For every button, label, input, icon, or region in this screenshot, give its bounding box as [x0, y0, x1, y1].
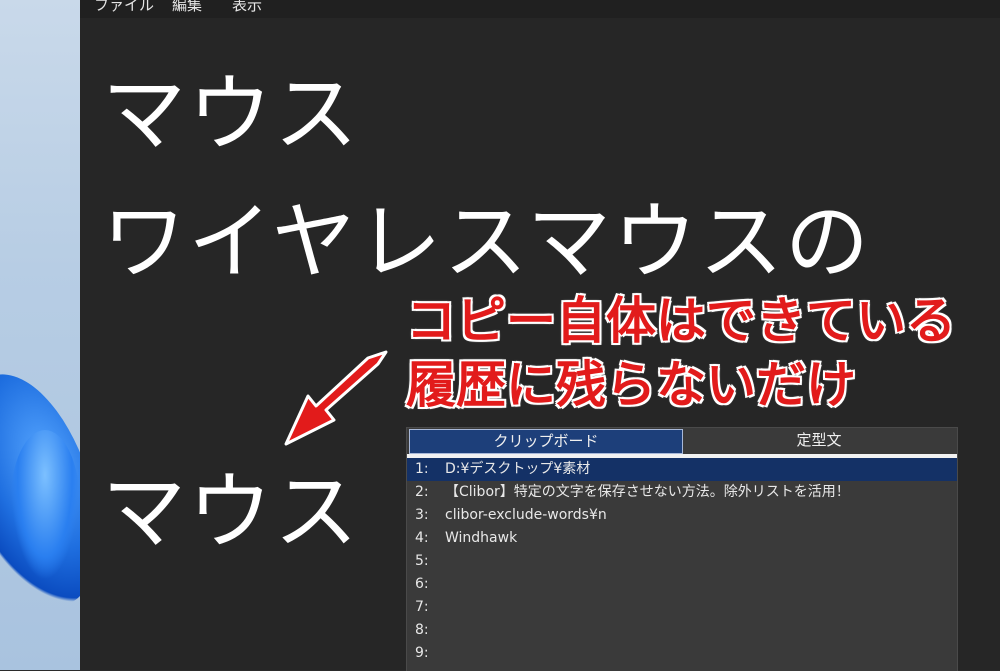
list-item[interactable]: 2: 【Clibor】特定の文字を保存させない方法。除外リストを活用！	[407, 481, 957, 504]
menu-view[interactable]: 表示	[232, 0, 262, 15]
desktop-wallpaper	[0, 0, 82, 670]
menu-edit[interactable]: 編集	[172, 0, 202, 15]
item-number: 9:	[415, 645, 429, 661]
list-item[interactable]: 3: clibor-exclude-words¥n	[407, 504, 957, 527]
list-item[interactable]: 5:	[407, 550, 957, 573]
list-item[interactable]: 6:	[407, 573, 957, 596]
item-number: 2:	[415, 484, 429, 500]
item-number: 6:	[415, 576, 429, 592]
item-number: 5:	[415, 553, 429, 569]
clipboard-history-popup: クリップボード 定型文 1: D:¥デスクトップ¥素材 2: 【Clibor】特定の…	[406, 427, 958, 671]
item-text: Windhawk	[445, 530, 518, 546]
list-item[interactable]: 1: D:¥デスクトップ¥素材	[407, 458, 957, 481]
list-item[interactable]: 9:	[407, 642, 957, 665]
list-item[interactable]: 7:	[407, 596, 957, 619]
tab-fixed-phrases[interactable]: 定型文	[683, 429, 955, 452]
menu-bar: ファイル 編集 表示	[80, 0, 1000, 18]
item-text: clibor-exclude-words¥n	[445, 507, 607, 523]
item-number: 4:	[415, 530, 429, 546]
item-number: 3:	[415, 507, 429, 523]
wallpaper-bloom-highlight	[10, 430, 80, 580]
list-item[interactable]: 8:	[407, 619, 957, 642]
editor-line-3[interactable]: マウス	[102, 470, 360, 554]
clipboard-tabs: クリップボード 定型文	[407, 428, 957, 454]
item-number: 1:	[415, 461, 429, 477]
annotation-line-1: コピー自体はできている	[405, 292, 957, 350]
red-arrow-icon	[284, 350, 388, 446]
item-number: 8:	[415, 622, 429, 638]
editor-line-1[interactable]: マウス	[102, 72, 360, 156]
annotation-line-2: 履歴に残らないだけ	[405, 356, 857, 414]
item-text: 【Clibor】特定の文字を保存させない方法。除外リストを活用！	[445, 484, 850, 500]
clipboard-list: 1: D:¥デスクトップ¥素材 2: 【Clibor】特定の文字を保存させない方法。…	[407, 458, 957, 665]
item-text: D:¥デスクトップ¥素材	[445, 461, 591, 477]
list-item[interactable]: 4: Windhawk	[407, 527, 957, 550]
menu-file[interactable]: ファイル	[94, 0, 154, 15]
item-number: 7:	[415, 599, 429, 615]
tab-clipboard[interactable]: クリップボード	[409, 429, 683, 454]
editor-line-2[interactable]: ワイヤレスマウスの	[102, 200, 871, 284]
